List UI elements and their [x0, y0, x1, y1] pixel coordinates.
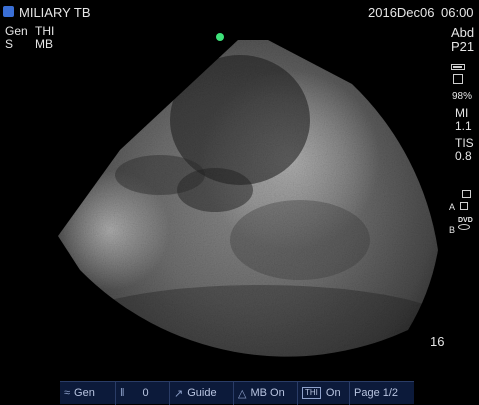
bb-mb-label: MB On [250, 387, 285, 399]
mode-s: S [5, 37, 14, 51]
exam-title: MILIARY TB [19, 5, 91, 20]
exam-time: 06:00 [441, 5, 474, 20]
gain-icon: ‖ [120, 387, 125, 399]
bb-gain-button[interactable]: ‖ 0 [116, 381, 170, 405]
exam-date: 2016Dec06 [368, 5, 435, 20]
disc-icon [458, 224, 470, 230]
storage-level: 98% [452, 91, 473, 102]
bb-thi-button[interactable]: THI On [298, 381, 350, 405]
probe-icon: ≈ [64, 387, 71, 399]
mode-mb: MB [35, 37, 53, 51]
orientation-marker [216, 33, 224, 41]
control-bar: ≈ Gen ‖ 0 ↗ Guide △ MB On THI On Page 1/… [60, 381, 414, 405]
mi-value: 1.1 [455, 119, 472, 133]
tis-value: 0.8 [455, 149, 472, 163]
bb-gen-button[interactable]: ≈ Gen [60, 381, 116, 405]
bb-gen-label: Gen [74, 387, 95, 399]
probe-label: P21 [451, 39, 475, 54]
marker-b: B [449, 225, 456, 235]
bb-mb-button[interactable]: △ MB On [234, 381, 298, 405]
mb-icon: △ [238, 387, 247, 400]
bb-gain-label: 0 [142, 387, 149, 399]
printer-icon [462, 190, 471, 198]
bb-thi-label: On [325, 387, 341, 399]
bb-page-button[interactable]: Page 1/2 [350, 382, 414, 405]
preset-label: Abd [451, 25, 475, 40]
ultrasound-image [58, 33, 438, 357]
marker-a: A [449, 202, 456, 212]
battery-icon [451, 64, 465, 70]
bb-guide-label: Guide [187, 387, 217, 399]
guide-icon: ↗ [174, 387, 184, 400]
storage-icon [453, 74, 463, 84]
bb-page-label: Page 1/2 [354, 387, 399, 399]
thi-icon: THI [302, 387, 321, 399]
image-icon [460, 202, 468, 210]
depth-value: 16 [430, 334, 445, 349]
bb-guide-button[interactable]: ↗ Guide [170, 381, 234, 405]
sonosite-logo-icon [3, 6, 14, 17]
